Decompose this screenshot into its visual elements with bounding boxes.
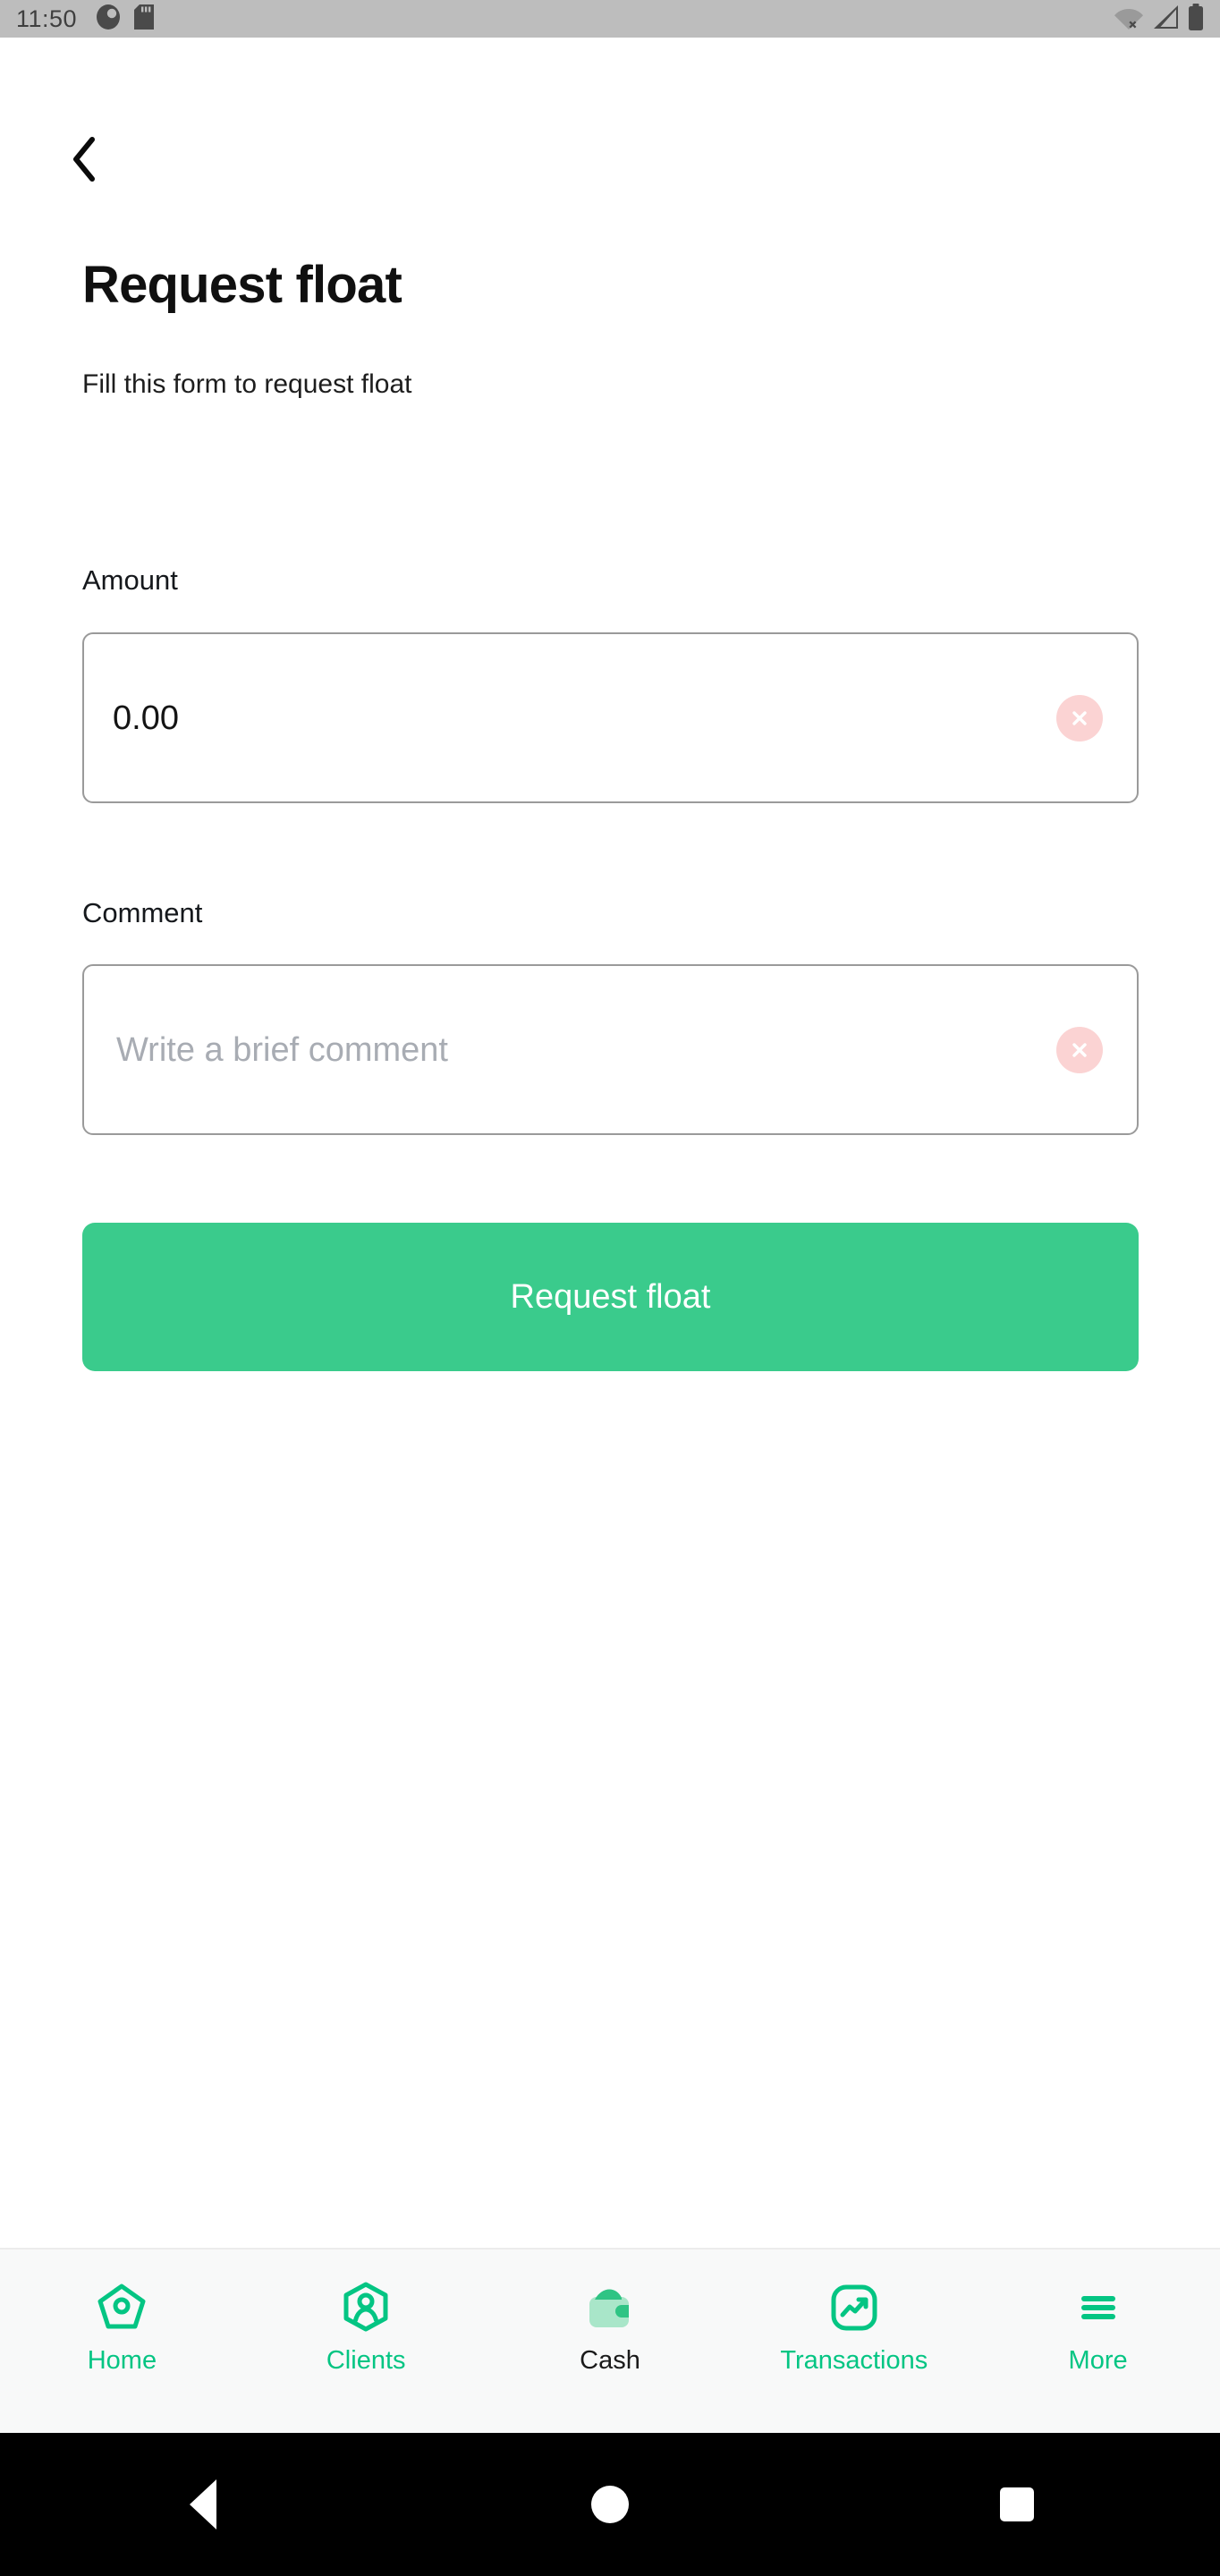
app-circle-icon — [97, 4, 121, 34]
app-screen: 11:50 Request float Fill this form to re… — [0, 0, 1220, 2576]
battery-icon — [1188, 3, 1204, 35]
status-bar-clock: 11:50 — [16, 4, 78, 32]
android-home-button[interactable] — [530, 2433, 690, 2576]
tab-cash[interactable]: Cash — [488, 2250, 733, 2433]
android-back-button[interactable] — [123, 2433, 284, 2576]
tab-more-label: More — [1068, 2346, 1128, 2375]
comment-clear-button[interactable] — [1056, 1026, 1103, 1073]
android-recents-button[interactable] — [936, 2433, 1097, 2576]
page-subtitle: Fill this form to request float — [82, 369, 412, 399]
home-icon — [94, 2278, 149, 2337]
clear-circle-icon — [1067, 706, 1092, 731]
status-bar-left-icons — [97, 4, 155, 34]
android-recents-icon — [999, 2487, 1034, 2521]
tab-transactions[interactable]: Transactions — [732, 2250, 976, 2433]
sd-card-icon — [134, 4, 155, 34]
tab-home[interactable]: Home — [0, 2250, 244, 2433]
tab-home-label: Home — [87, 2346, 157, 2375]
clients-icon — [338, 2278, 394, 2337]
amount-label: Amount — [82, 564, 178, 596]
status-bar-right-icons — [1114, 3, 1204, 35]
android-navigation-bar — [0, 2433, 1220, 2576]
tab-clients-label: Clients — [326, 2346, 406, 2375]
comment-input-placeholder: Write a brief comment — [116, 1030, 448, 1069]
tab-transactions-label: Transactions — [780, 2346, 928, 2375]
amount-input[interactable]: 0.00 — [82, 632, 1139, 803]
bottom-tab-bar: Home Clients Cash Transactions More — [0, 2248, 1220, 2433]
trending-up-icon — [826, 2278, 882, 2337]
wallet-icon — [582, 2278, 638, 2337]
amount-clear-button[interactable] — [1056, 694, 1103, 741]
page-title: Request float — [82, 256, 402, 314]
android-home-icon — [590, 2486, 629, 2523]
comment-input[interactable]: Write a brief comment — [82, 964, 1139, 1135]
back-button[interactable] — [55, 132, 113, 190]
comment-label: Comment — [82, 897, 203, 928]
clear-circle-icon — [1067, 1038, 1092, 1063]
amount-input-value: 0.00 — [113, 699, 179, 737]
chevron-left-icon — [69, 136, 99, 187]
request-float-button[interactable]: Request float — [82, 1223, 1139, 1371]
status-bar: 11:50 — [0, 0, 1220, 38]
android-back-icon — [190, 2479, 217, 2529]
tab-more[interactable]: More — [976, 2250, 1220, 2433]
cellular-signal-icon — [1152, 4, 1179, 34]
tab-clients[interactable]: Clients — [244, 2250, 488, 2433]
hamburger-menu-icon — [1071, 2278, 1126, 2337]
wifi-off-icon — [1114, 4, 1143, 34]
tab-cash-label: Cash — [580, 2346, 640, 2375]
